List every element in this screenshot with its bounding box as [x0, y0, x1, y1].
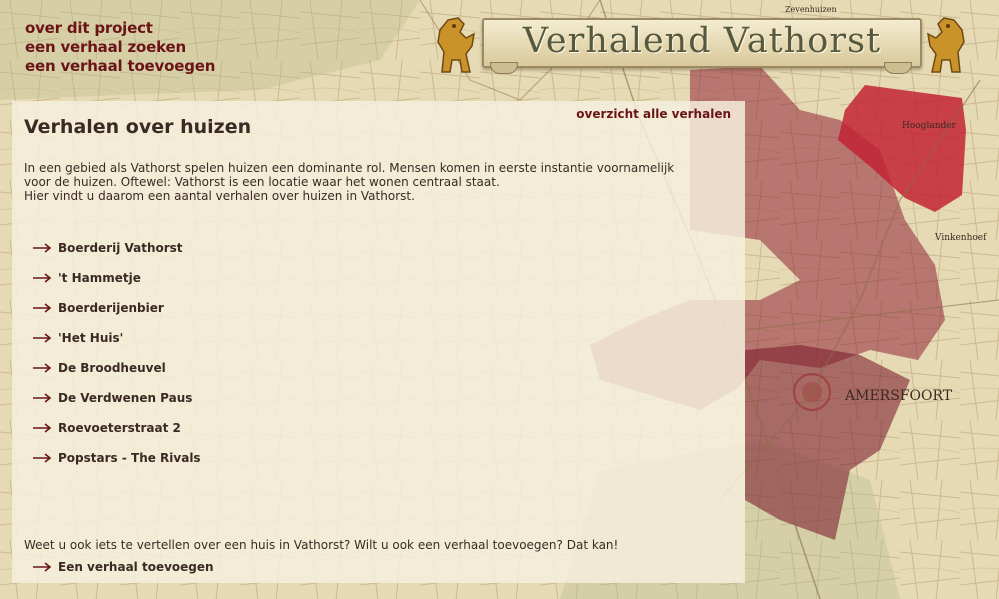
story-link-label: 'Het Huis' [58, 331, 124, 345]
list-item: 't Hammetje [32, 263, 201, 293]
add-story-prompt: Weet u ook iets te vertellen over een hu… [24, 538, 619, 552]
scroll-curl-left [490, 62, 518, 74]
site-banner[interactable]: Verhalend Vathorst [430, 12, 970, 80]
story-link-label: Boerderij Vathorst [58, 241, 183, 255]
story-link-roevoeterstraat-2[interactable]: Roevoeterstraat 2 [32, 421, 181, 435]
story-link-boerderijenbier[interactable]: Boerderijenbier [32, 301, 164, 315]
arrow-right-icon [33, 363, 52, 373]
nav-link-search-story[interactable]: een verhaal zoeken [25, 38, 215, 57]
story-link-de-verdwenen-paus[interactable]: De Verdwenen Paus [32, 391, 192, 405]
story-link-label: Roevoeterstraat 2 [58, 421, 181, 435]
add-story-link-label: Een verhaal toevoegen [58, 560, 214, 574]
lion-crest-icon [437, 17, 475, 73]
list-item: De Broodheuvel [32, 353, 201, 383]
arrow-right-icon [33, 393, 52, 403]
story-link-t-hammetje[interactable]: 't Hammetje [32, 271, 141, 285]
nav-link-add-story[interactable]: een verhaal toevoegen [25, 57, 215, 76]
list-item: Roevoeterstraat 2 [32, 413, 201, 443]
arrow-right-icon [33, 453, 52, 463]
story-list: Boerderij Vathorst 't Hammetje Boerderij… [32, 233, 201, 473]
story-link-label: De Verdwenen Paus [58, 391, 193, 405]
list-item: Popstars - The Rivals [32, 443, 201, 473]
intro-line: voor de huizen. Oftewel: Vathorst is een… [24, 175, 500, 189]
list-item: 'Het Huis' [32, 323, 201, 353]
scroll-curl-right [884, 62, 912, 74]
story-link-label: Boerderijenbier [58, 301, 164, 315]
page-title: Verhalen over huizen [24, 116, 252, 138]
arrow-right-icon [33, 273, 52, 283]
intro-line: In een gebied als Vathorst spelen huizen… [24, 161, 675, 175]
list-item: Boerderij Vathorst [32, 233, 201, 263]
story-link-label: Popstars - The Rivals [58, 451, 201, 465]
intro-paragraph: In een gebied als Vathorst spelen huizen… [24, 161, 734, 203]
lion-crest-icon [927, 17, 965, 73]
story-link-label: 't Hammetje [58, 271, 141, 285]
site-title: Verhalend Vathorst [522, 21, 882, 61]
all-stories-overview-link[interactable]: overzicht alle verhalen [576, 107, 731, 121]
content-panel: overzicht alle verhalen Verhalen over hu… [12, 101, 745, 583]
add-story-link[interactable]: Een verhaal toevoegen [32, 560, 214, 574]
intro-line: Hier vindt u daarom een aantal verhalen … [24, 189, 415, 203]
nav-link-about-project[interactable]: over dit project [25, 19, 215, 38]
map-label-amersfoort: AMERSFOORT [844, 388, 953, 404]
arrow-right-icon [33, 562, 52, 572]
story-link-boerderij-vathorst[interactable]: Boerderij Vathorst [32, 241, 183, 255]
list-item: De Verdwenen Paus [32, 383, 201, 413]
arrow-right-icon [33, 333, 52, 343]
title-scroll: Verhalend Vathorst [482, 18, 922, 68]
arrow-right-icon [33, 303, 52, 313]
story-link-het-huis[interactable]: 'Het Huis' [32, 331, 123, 345]
arrow-right-icon [33, 243, 52, 253]
map-label-hooglanderveen: Hooglander [902, 121, 957, 131]
story-link-popstars-the-rivals[interactable]: Popstars - The Rivals [32, 451, 201, 465]
story-link-de-broodheuvel[interactable]: De Broodheuvel [32, 361, 166, 375]
map-label-vinkenhoef: Vinkenhoef [934, 233, 987, 243]
story-link-label: De Broodheuvel [58, 361, 166, 375]
arrow-right-icon [33, 423, 52, 433]
list-item: Boerderijenbier [32, 293, 201, 323]
top-navigation: over dit project een verhaal zoeken een … [25, 19, 215, 76]
